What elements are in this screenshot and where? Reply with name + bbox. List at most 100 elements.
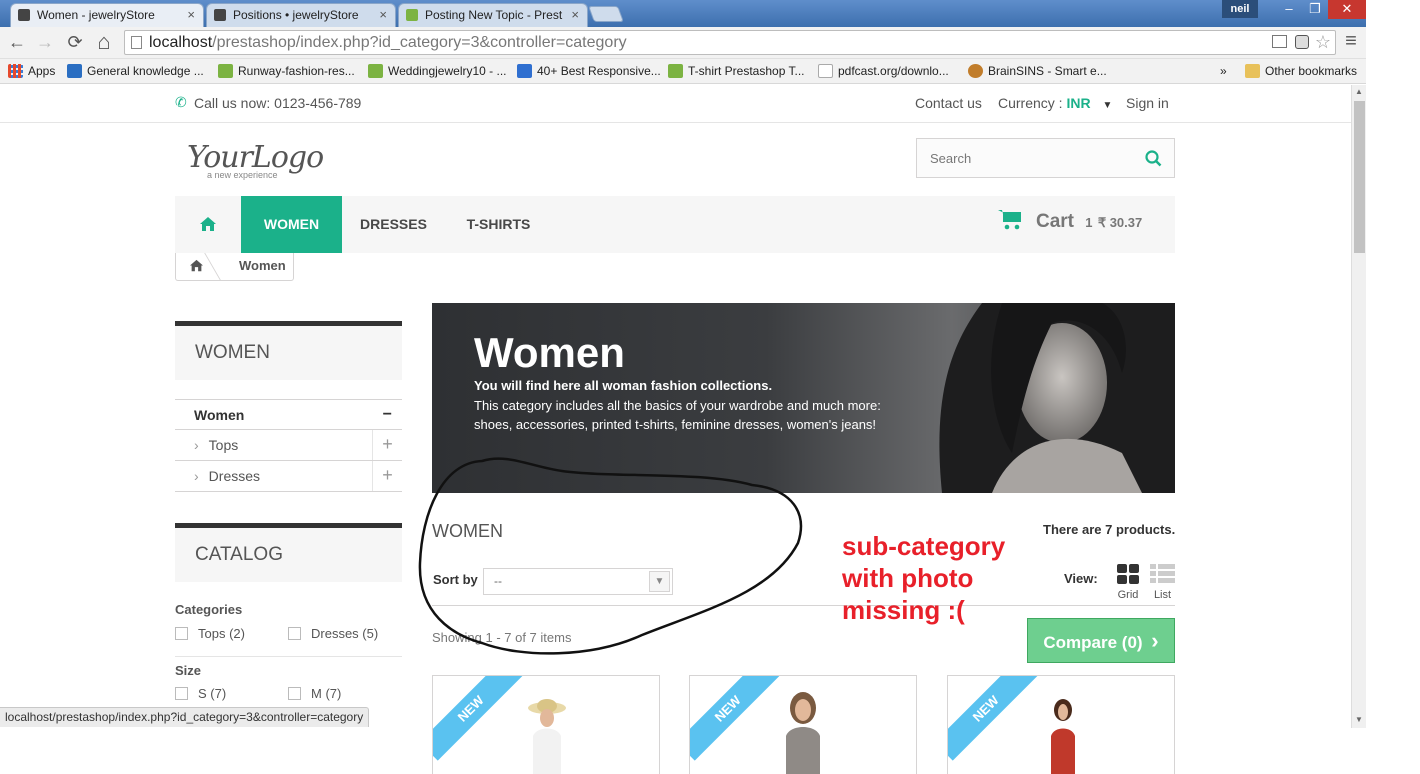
scroll-down-icon[interactable]: ▼ (1355, 715, 1363, 724)
currency-label: Currency : (998, 95, 1063, 111)
filter-categories-label: Categories (175, 602, 243, 617)
sidebar-item-tops[interactable]: › Tops + (175, 430, 402, 461)
address-bar[interactable]: localhost/prestashop/index.php?id_catego… (124, 30, 1336, 55)
restore-icon[interactable]: ❐ (1302, 0, 1328, 19)
bookmark-label: Other bookmarks (1265, 64, 1358, 78)
tab-positions[interactable]: Positions • jewelryStore × (206, 3, 396, 27)
menu-dresses[interactable]: DRESSES (342, 196, 445, 253)
cart-button[interactable]: Cart 1 ₹ 30.37 (998, 196, 1142, 253)
view-label: View: (1064, 571, 1098, 586)
new-tab-button[interactable] (588, 6, 624, 22)
new-badge: New (690, 676, 780, 761)
bookmark-responsive[interactable]: 40+ Best Responsive... (517, 63, 661, 79)
reader-mode-icon[interactable] (1272, 35, 1287, 48)
sign-in-link[interactable]: Sign in (1126, 95, 1169, 111)
filter-tops[interactable]: Tops (2) (175, 626, 245, 641)
forward-icon[interactable]: → (34, 32, 56, 53)
scroll-up-icon[interactable]: ▲ (1355, 87, 1363, 96)
tab-close-icon[interactable]: × (187, 4, 195, 26)
product-card[interactable]: New (689, 675, 917, 774)
browser-toolbar: ← → ⟳ ⌂ localhost/prestashop/index.php?i… (0, 27, 1366, 59)
bookmark-label: T-shirt Prestashop T... (688, 64, 805, 78)
compare-button[interactable]: Compare (0) › (1027, 618, 1175, 663)
annotation-text: sub-category with photo missing :( (842, 530, 1005, 626)
search-input[interactable]: Search (916, 138, 1175, 178)
expand-icon[interactable]: + (372, 461, 402, 491)
scrollbar-thumb[interactable] (1354, 101, 1365, 253)
bookmark-runway[interactable]: Runway-fashion-res... (218, 63, 355, 79)
home-icon[interactable] (189, 259, 204, 272)
tab-title: Posting New Topic - Prest (425, 8, 563, 22)
filter-size-m[interactable]: M (7) (288, 686, 341, 701)
product-card[interactable]: New (947, 675, 1175, 774)
extension-icon[interactable] (1295, 35, 1309, 49)
checkbox[interactable] (288, 627, 301, 640)
prestashop-favicon-icon (406, 9, 418, 21)
collapse-icon[interactable]: − (383, 400, 392, 430)
search-icon[interactable] (1145, 150, 1162, 167)
tab-women[interactable]: Women - jewelryStore × (10, 3, 204, 27)
bookmarks-overflow[interactable]: » (1220, 63, 1227, 79)
bookmark-general-knowledge[interactable]: General knowledge ... (67, 63, 204, 79)
checkbox[interactable] (175, 627, 188, 640)
product-image (528, 699, 566, 774)
checkbox[interactable] (288, 687, 301, 700)
search-placeholder: Search (930, 151, 972, 166)
filter-size-s[interactable]: S (7) (175, 686, 226, 701)
tab-close-icon[interactable]: × (571, 4, 579, 26)
url-host: localhost (149, 34, 213, 51)
status-bar-url: localhost/prestashop/index.php?id_catego… (0, 707, 370, 727)
call-label: Call us now: 0123-456-789 (194, 95, 361, 111)
chevron-right-icon: › (1151, 628, 1159, 653)
bookmark-apps[interactable]: Apps (8, 63, 55, 79)
annotation-line: missing :( (842, 595, 965, 625)
sidebar-title: WOMEN (175, 321, 402, 380)
bookmark-star-icon[interactable]: ☆ (1315, 31, 1331, 54)
back-icon[interactable]: ← (6, 32, 28, 53)
chrome-menu-icon[interactable]: ≡ (1340, 30, 1362, 53)
tab-close-icon[interactable]: × (379, 4, 387, 26)
bookmarks-bar: Apps General knowledge ... Runway-fashio… (0, 59, 1366, 84)
minimize-icon[interactable]: – (1276, 0, 1302, 19)
sidebar-item-women[interactable]: Women − (175, 399, 402, 430)
menu-women[interactable]: WOMEN (241, 196, 342, 253)
bookmark-label: General knowledge ... (87, 64, 204, 78)
bookmark-label: Runway-fashion-res... (238, 64, 355, 78)
expand-icon[interactable]: + (372, 430, 402, 460)
list-view-button[interactable]: List (1150, 564, 1175, 601)
screen: Women - jewelryStore × Positions • jewel… (0, 0, 1420, 774)
tab-title: Positions • jewelryStore (233, 8, 359, 22)
bookmark-label: pdfcast.org/downlo... (838, 64, 949, 78)
grid-view-button[interactable]: Grid (1116, 564, 1140, 601)
bookmark-tshirt[interactable]: T-shirt Prestashop T... (668, 63, 805, 79)
tab-posting-topic[interactable]: Posting New Topic - Prest × (398, 3, 588, 27)
sidebar-item-dresses[interactable]: › Dresses + (175, 461, 402, 492)
home-icon[interactable]: ⌂ (93, 29, 115, 55)
bookmark-brainsins[interactable]: BrainSINS - Smart e... (968, 63, 1107, 79)
profile-badge[interactable]: neil (1222, 0, 1258, 18)
product-image (786, 692, 820, 774)
menu-home[interactable] (175, 196, 241, 253)
checkbox[interactable] (175, 687, 188, 700)
close-window-icon[interactable]: ✕ (1328, 0, 1366, 19)
bookmark-pdfcast[interactable]: pdfcast.org/downlo... (818, 63, 949, 79)
new-badge: New (433, 676, 523, 761)
currency-selector[interactable]: Currency : INR ▼ (998, 95, 1112, 111)
chevron-down-icon: ▼ (1102, 100, 1113, 111)
other-bookmarks[interactable]: Other bookmarks (1245, 63, 1357, 79)
filter-dresses[interactable]: Dresses (5) (288, 626, 378, 641)
menu-tshirts[interactable]: T-SHIRTS (445, 196, 552, 253)
product-card[interactable]: New (432, 675, 660, 774)
bookmark-icon (368, 64, 383, 78)
store-logo[interactable]: YourLogo a new experience (187, 140, 324, 180)
contact-link[interactable]: Contact us (915, 95, 982, 111)
cart-total: ₹ 30.37 (1097, 215, 1143, 230)
page-scrollbar[interactable]: ▲ ▼ (1351, 85, 1366, 728)
banner-model-image (939, 303, 1175, 493)
bookmark-label: Apps (28, 64, 56, 78)
bookmark-weddingjewelry[interactable]: Weddingjewelry10 - ... (368, 63, 507, 79)
url-path: /prestashop/index.php?id_category=3&cont… (212, 34, 627, 51)
reload-icon[interactable]: ⟳ (64, 32, 86, 53)
banner-lead: You will find here all woman fashion col… (474, 378, 773, 393)
folder-icon (1245, 64, 1260, 78)
